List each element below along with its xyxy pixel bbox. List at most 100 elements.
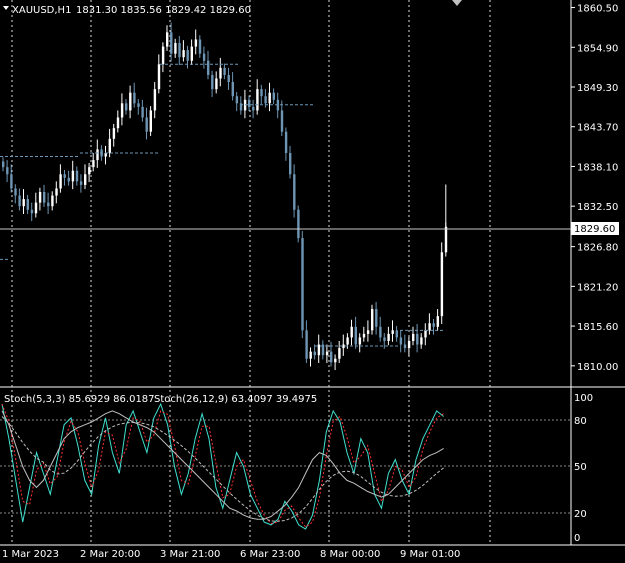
- candle-body: [297, 209, 300, 239]
- ohlc-values: 1831.30 1835.56 1829.42 1829.60: [76, 5, 251, 16]
- candle-body: [248, 99, 251, 107]
- candle-body: [108, 138, 111, 153]
- candle-body: [145, 117, 148, 132]
- candle-body: [346, 337, 349, 345]
- price-tick-label: 1860.50: [577, 4, 618, 15]
- candle-body: [444, 226, 448, 253]
- candle-body: [63, 174, 66, 178]
- candle-body: [301, 238, 304, 331]
- candle-body: [420, 337, 423, 345]
- candle-body: [104, 152, 107, 157]
- candle-body: [338, 348, 341, 359]
- candle-body: [59, 174, 62, 189]
- candle-body: [75, 170, 79, 182]
- candle-body: [284, 131, 288, 153]
- candle-body: [22, 199, 25, 207]
- candle-body: [182, 50, 185, 58]
- candle-body: [403, 344, 407, 349]
- time-label-1: 1 Mar 2023: [2, 549, 59, 560]
- candle-body: [141, 106, 144, 118]
- price-tick-label: 1854.90: [577, 43, 618, 54]
- level-80-label: 80: [574, 416, 587, 427]
- candle-body: [268, 92, 271, 104]
- candle-body: [260, 89, 263, 97]
- time-label-4: 6 Mar 23:00: [240, 549, 300, 560]
- candle-body: [194, 39, 198, 47]
- candle-body: [174, 43, 177, 54]
- time-label-3: 3 Mar 21:00: [160, 549, 220, 560]
- candle-body: [125, 103, 128, 111]
- candle-body: [383, 337, 386, 341]
- candle-body: [161, 46, 165, 65]
- candle-body: [207, 60, 210, 75]
- candle-body: [51, 195, 54, 207]
- candle-body: [264, 96, 267, 104]
- candle-body: [416, 333, 419, 345]
- candle-body: [34, 202, 38, 214]
- candle-body: [428, 323, 431, 331]
- candle-body: [412, 333, 415, 341]
- candle-body: [30, 209, 34, 214]
- candle-body: [211, 74, 214, 90]
- candle-body: [120, 103, 124, 118]
- candle-body: [325, 351, 329, 356]
- candle-body: [227, 74, 230, 83]
- candle-body: [436, 316, 439, 327]
- candle-body: [202, 53, 206, 61]
- candle-body: [55, 188, 58, 196]
- price-tick-label: 1832.50: [577, 202, 618, 213]
- candle-body: [38, 192, 42, 203]
- candle-body: [432, 323, 435, 327]
- candle-body: [375, 309, 378, 327]
- candle-body: [358, 337, 362, 345]
- candle-body: [215, 78, 218, 90]
- candle-body: [71, 170, 75, 182]
- candle-body: [256, 89, 259, 111]
- candle-body: [330, 351, 333, 363]
- candle-body: [149, 110, 152, 132]
- candle-body: [186, 50, 189, 61]
- candle-body: [379, 326, 382, 338]
- candle-body: [133, 92, 136, 104]
- candle-body: [10, 174, 13, 189]
- candle-body: [47, 202, 50, 207]
- time-label-5: 8 Mar 00:00: [320, 549, 380, 560]
- candle-body: [424, 330, 427, 338]
- stoch-legend-slow: Stoch(26,12,9) 63.4097 39.4975: [154, 394, 317, 405]
- candle-body: [112, 128, 116, 139]
- candle-body: [235, 96, 239, 104]
- time-label-2: 2 Mar 20:00: [80, 549, 140, 560]
- candle-body: [116, 117, 120, 129]
- candle-body: [289, 152, 292, 175]
- candle-body: [231, 82, 234, 97]
- candle-body: [14, 188, 17, 196]
- symbol-label: XAUUSD,H1: [12, 5, 71, 16]
- chart-header: XAUUSD,H1 1831.30 1835.56 1829.42 1829.6…: [3, 5, 251, 16]
- price-tick-label: 1849.30: [577, 83, 618, 94]
- trading-chart[interactable]: 1860.50 1854.90 1849.30 1843.70 1838.10 1832.…: [0, 0, 625, 563]
- candle-body: [84, 174, 87, 185]
- stoch-legend-fast: Stoch(5,3,3) 85.6929 86.0187: [4, 394, 155, 405]
- candle-body: [407, 340, 411, 349]
- candle-body: [129, 92, 132, 111]
- price-tick-label: 1843.70: [577, 123, 618, 134]
- candle-body: [6, 167, 9, 175]
- candle-body: [366, 330, 370, 334]
- candle-body: [334, 358, 337, 363]
- candle-body: [362, 333, 366, 338]
- candle-body: [137, 103, 140, 107]
- level-20-label: 20: [574, 509, 587, 520]
- candle-body: [153, 89, 157, 111]
- candle-body: [272, 92, 275, 100]
- price-tick-label: 1838.10: [577, 162, 618, 173]
- candle-body: [92, 160, 95, 168]
- candle-body: [43, 192, 46, 203]
- candle-body: [166, 32, 169, 47]
- candle-body: [198, 39, 202, 54]
- candle-body: [79, 181, 83, 185]
- candle-body: [157, 64, 161, 90]
- candle-body: [371, 309, 374, 331]
- candle-body: [170, 32, 173, 54]
- candle-body: [350, 326, 353, 338]
- candle-body: [88, 167, 91, 175]
